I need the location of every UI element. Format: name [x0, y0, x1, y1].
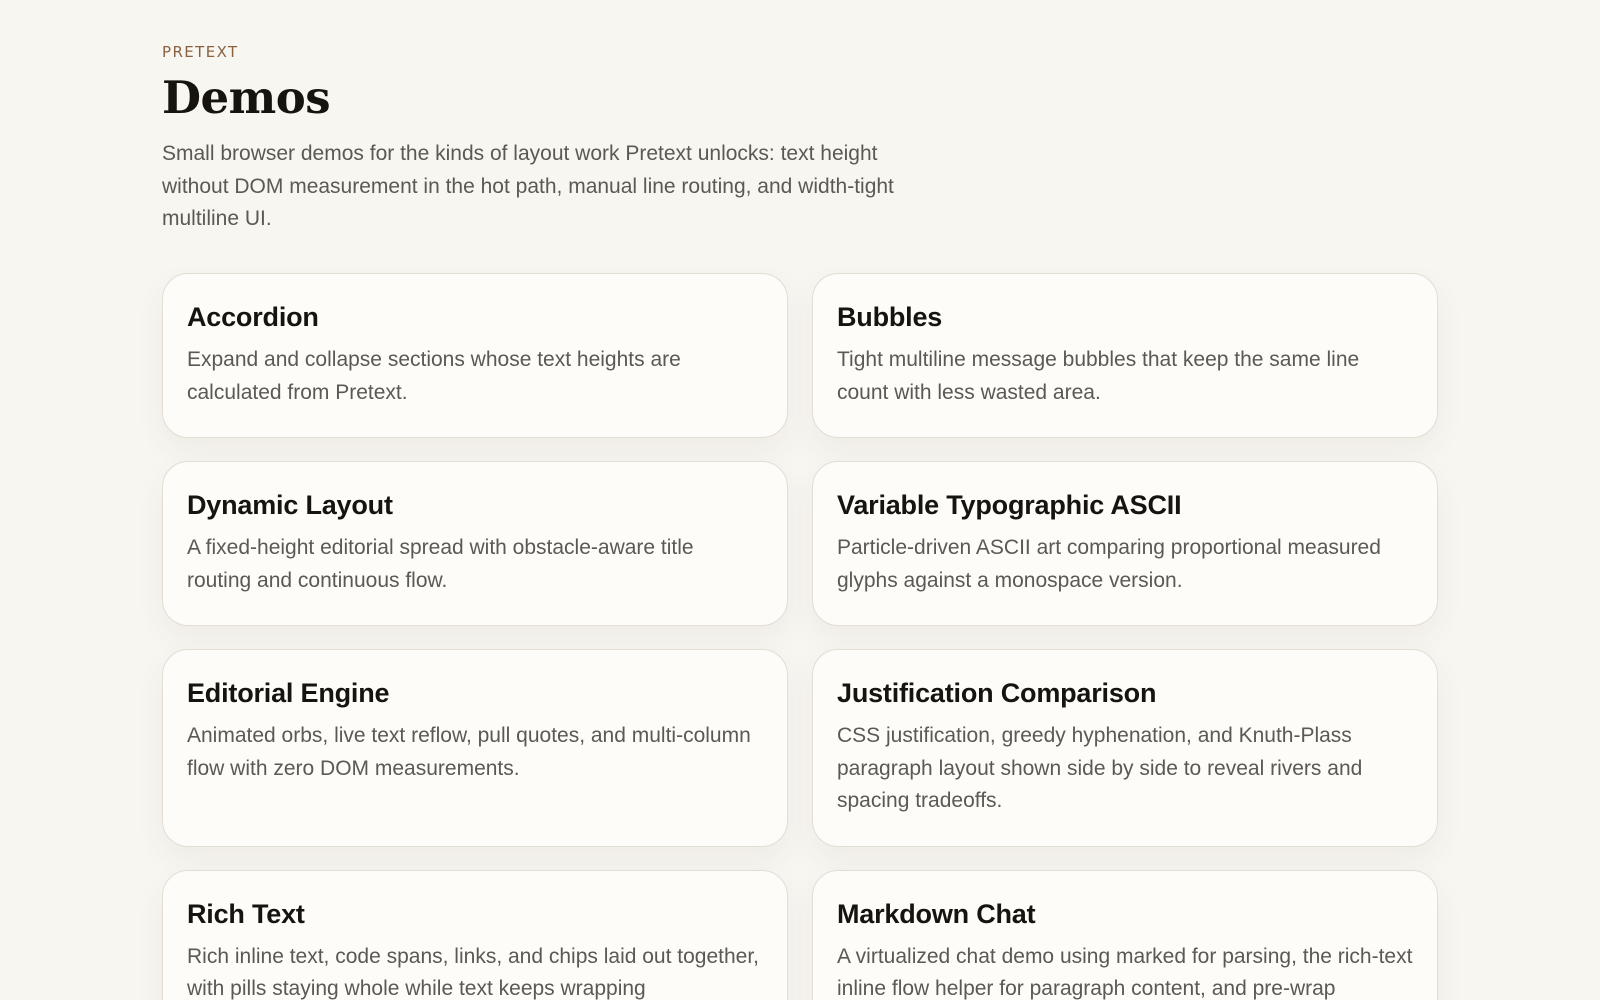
card-title: Rich Text	[187, 898, 305, 929]
eyebrow-label: PRETEXT	[162, 43, 239, 61]
card-title: Editorial Engine	[187, 678, 390, 708]
demo-card-dynamic-layout[interactable]: Dynamic Layout A fixed-height editorial …	[162, 461, 788, 626]
card-title: Bubbles	[837, 302, 943, 332]
card-title: Markdown Chat	[837, 898, 1036, 929]
card-description: A virtualized chat demo using marked for…	[837, 944, 1413, 1000]
page-header: PRETEXT Demos Small browser demos for th…	[162, 42, 922, 236]
demos-page: PRETEXT Demos Small browser demos for th…	[0, 0, 1600, 1000]
card-title: Justification Comparison	[837, 678, 1157, 708]
card-description: Particle-driven ASCII art comparing prop…	[837, 536, 1381, 592]
demo-card-variable-typographic-ascii[interactable]: Variable Typographic ASCII Particle-driv…	[812, 461, 1438, 626]
page-intro: Small browser demos for the kinds of lay…	[162, 142, 894, 230]
card-description: Expand and collapse sections whose text …	[187, 348, 681, 404]
card-description: A fixed-height editorial spread with obs…	[187, 536, 694, 592]
demo-card-rich-text[interactable]: Rich Text Rich inline text, code spans, …	[162, 869, 788, 1000]
demo-card-accordion[interactable]: Accordion Expand and collapse sections w…	[162, 273, 788, 438]
demo-card-editorial-engine[interactable]: Editorial Engine Animated orbs, live tex…	[162, 649, 788, 847]
page-title: Demos	[162, 71, 331, 124]
demo-card-bubbles[interactable]: Bubbles Tight multiline message bubbles …	[812, 273, 1438, 438]
card-description: Tight multiline message bubbles that kee…	[837, 348, 1360, 404]
card-title: Dynamic Layout	[187, 490, 393, 520]
card-description: Rich inline text, code spans, links, and…	[187, 944, 760, 1000]
card-title: Accordion	[187, 302, 319, 332]
demo-card-grid: Accordion Expand and collapse sections w…	[162, 273, 1438, 1000]
demo-card-markdown-chat[interactable]: Markdown Chat A virtualized chat demo us…	[812, 869, 1438, 1000]
demo-card-justification-comparison[interactable]: Justification Comparison CSS justificati…	[812, 649, 1438, 847]
card-description: Animated orbs, live text reflow, pull qu…	[187, 724, 751, 780]
card-description: CSS justification, greedy hyphenation, a…	[837, 724, 1363, 812]
card-title: Variable Typographic ASCII	[837, 490, 1182, 520]
